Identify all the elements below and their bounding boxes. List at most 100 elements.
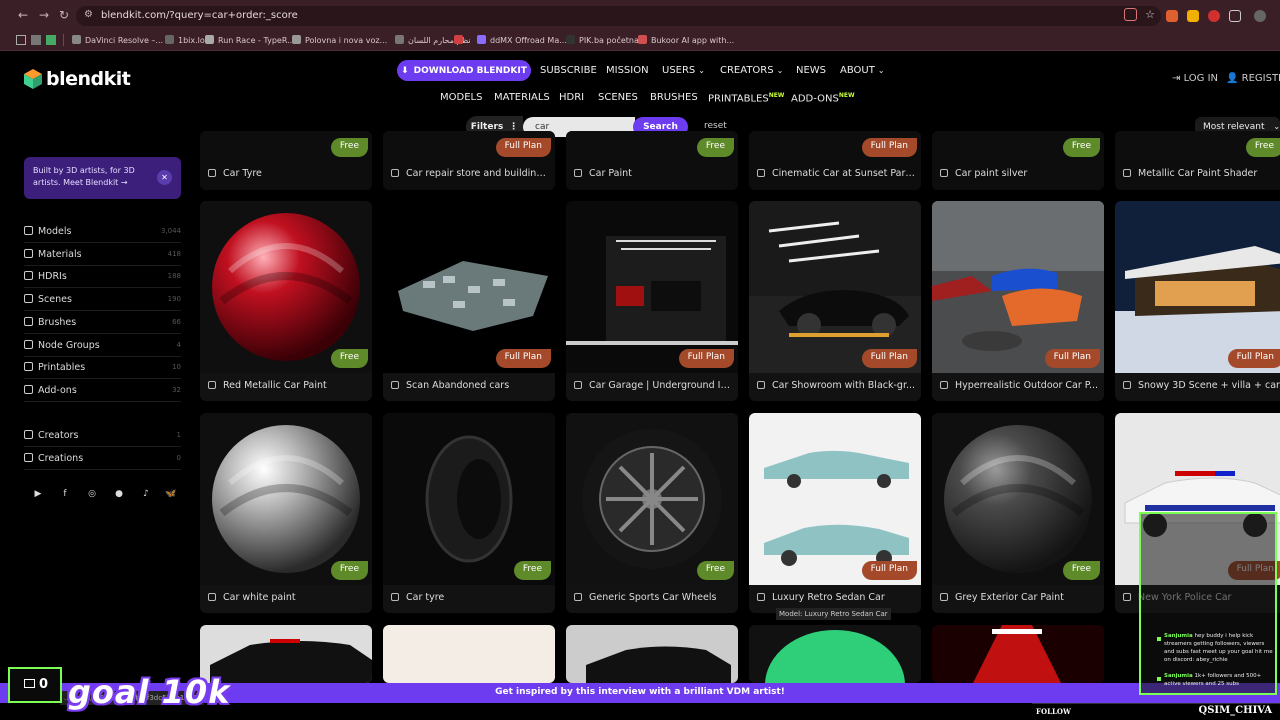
asset-card-title[interactable]: Car Tyre	[208, 168, 368, 179]
bookmark-item[interactable]	[454, 35, 467, 45]
asset-card[interactable]: Free Car white paint	[200, 413, 372, 613]
sidebar-item-scenes[interactable]: Scenes 190	[24, 294, 181, 312]
subnav-materials[interactable]: MATERIALS	[494, 92, 550, 103]
asset-card[interactable]: Free Car paint silver	[932, 131, 1104, 190]
bookmark-item[interactable]: PIK.ba početna	[566, 35, 639, 45]
asset-thumbnail[interactable]	[383, 413, 555, 585]
asset-thumbnail[interactable]	[932, 413, 1104, 585]
asset-thumbnail[interactable]	[200, 201, 372, 373]
address-bar[interactable]: ⚙ blendkit.com/?query=car+order:_score ☆	[76, 6, 1161, 26]
asset-card[interactable]	[749, 625, 921, 683]
apps-icon[interactable]	[16, 35, 26, 45]
asset-card-title[interactable]: Luxury Retro Sedan Car	[757, 592, 917, 603]
tiktok-icon[interactable]: ♪	[141, 489, 151, 499]
bookmark-item[interactable]: DaVinci Resolve –...	[72, 35, 163, 45]
nav-users[interactable]: USERS ⌄	[662, 65, 705, 76]
asset-card[interactable]	[383, 625, 555, 683]
asset-card[interactable]: Full Plan Car Garage | Underground In...	[566, 201, 738, 401]
close-icon[interactable]: ✕	[157, 170, 172, 185]
asset-card-title[interactable]: Cinematic Car at Sunset Park...	[757, 168, 917, 179]
subnav-printables[interactable]: PRINTABLESNEW	[708, 92, 784, 104]
sidebar-item-node-groups[interactable]: Node Groups 4	[24, 339, 181, 357]
bookmark-item[interactable]: Polovna i nova voz...	[292, 35, 387, 45]
back-icon[interactable]: ←	[16, 8, 30, 22]
nav-news[interactable]: NEWS	[796, 65, 826, 76]
asset-thumbnail[interactable]	[200, 413, 372, 585]
nav-creators[interactable]: CREATORS ⌄	[720, 65, 783, 76]
login-link[interactable]: ⇥ LOG IN	[1172, 73, 1218, 84]
asset-card[interactable]: Full Plan Luxury Retro Sedan Car	[749, 413, 921, 613]
promo-banner[interactable]: Built by 3D artists, for 3D artists. Mee…	[24, 157, 181, 199]
asset-thumbnail[interactable]	[932, 625, 1104, 683]
bluesky-icon[interactable]: 🦋	[165, 489, 176, 499]
asset-thumbnail[interactable]	[749, 413, 921, 585]
github-icon[interactable]: ●	[114, 489, 124, 499]
site-info-icon[interactable]: ⚙	[84, 9, 93, 20]
asset-card[interactable]: Full Plan Hyperrealistic Outdoor Car P...	[932, 201, 1104, 401]
asset-card[interactable]: Full Plan Snowy 3D Scene + villa + car	[1115, 201, 1280, 401]
asset-thumbnail[interactable]	[383, 625, 555, 683]
bookmark-icon[interactable]	[46, 35, 56, 45]
asset-card[interactable]: Free Grey Exterior Car Paint	[932, 413, 1104, 613]
asset-card-title[interactable]: Car white paint	[208, 592, 368, 603]
asset-card-title[interactable]: Car paint silver	[940, 168, 1100, 179]
asset-card[interactable]: Free Metallic Car Paint Shader	[1115, 131, 1280, 190]
instagram-icon[interactable]: ◎	[87, 489, 97, 499]
asset-card-title[interactable]: Car Paint	[574, 168, 734, 179]
asset-card-title[interactable]: Red Metallic Car Paint	[208, 380, 368, 391]
reset-button[interactable]: reset	[704, 121, 727, 131]
subnav-add-ons[interactable]: ADD-ONSNEW	[791, 92, 855, 104]
asset-card-title[interactable]: Scan Abandoned cars	[391, 380, 551, 391]
subnav-brushes[interactable]: BRUSHES	[650, 92, 698, 103]
sidebar-item-hdris[interactable]: HDRIs 188	[24, 271, 181, 289]
asset-card[interactable]: Full Plan Car Showroom with Black-gr...	[749, 201, 921, 401]
extension-icon[interactable]	[1124, 8, 1137, 21]
asset-card[interactable]	[566, 625, 738, 683]
bookmark-item[interactable]: 1bix.loi	[165, 35, 207, 45]
asset-card[interactable]: Free Car Tyre	[200, 131, 372, 190]
asset-card[interactable]: Full Plan Cinematic Car at Sunset Park...	[749, 131, 921, 190]
asset-card-title[interactable]: Car tyre	[391, 592, 551, 603]
sidebar-item-brushes[interactable]: Brushes 66	[24, 316, 181, 334]
asset-card-title[interactable]: Car repair store and building...	[391, 168, 551, 179]
nav-about[interactable]: ABOUT ⌄	[840, 65, 885, 76]
nav-mission[interactable]: MISSION	[606, 65, 649, 76]
nav-subscribe[interactable]: SUBSCRIBE	[540, 65, 597, 76]
asset-thumbnail[interactable]	[566, 413, 738, 585]
extension-icon[interactable]	[1166, 10, 1178, 22]
asset-card-title[interactable]: Generic Sports Car Wheels	[574, 592, 734, 603]
asset-card-title[interactable]: Metallic Car Paint Shader	[1123, 168, 1280, 179]
asset-card[interactable]: Free Red Metallic Car Paint	[200, 201, 372, 401]
asset-card[interactable]	[932, 625, 1104, 683]
bookmark-item[interactable]: Bukoor AI app with...	[638, 35, 734, 45]
download-blendkit-button[interactable]: ⬇ DOWNLOAD BLENDKIT	[397, 60, 531, 81]
asset-thumbnail[interactable]	[749, 201, 921, 373]
register-link[interactable]: 👤 REGISTE	[1226, 73, 1280, 84]
sidebar-item-creators[interactable]: Creators 1	[24, 430, 181, 447]
extensions-puzzle-icon[interactable]	[1229, 10, 1241, 22]
asset-card[interactable]: Free Car Paint	[566, 131, 738, 190]
sidebar-item-models[interactable]: Models 3,044	[24, 226, 181, 243]
asset-thumbnail[interactable]	[932, 201, 1104, 373]
asset-card[interactable]: Full Plan Car repair store and building..…	[383, 131, 555, 190]
subnav-hdri[interactable]: HDRI	[559, 92, 584, 103]
sidebar-item-add-ons[interactable]: Add-ons 32	[24, 384, 181, 402]
reload-icon[interactable]: ↻	[57, 8, 71, 22]
extension-icon[interactable]	[1187, 10, 1199, 22]
asset-card-title[interactable]: Hyperrealistic Outdoor Car P...	[940, 380, 1100, 391]
facebook-icon[interactable]: f	[60, 489, 70, 499]
asset-thumbnail[interactable]	[1115, 201, 1280, 373]
asset-card-title[interactable]: Grey Exterior Car Paint	[940, 592, 1100, 603]
subnav-models[interactable]: MODELS	[440, 92, 482, 103]
star-icon[interactable]: ☆	[1145, 8, 1155, 21]
sidebar-item-printables[interactable]: Printables 10	[24, 362, 181, 380]
extension-icon[interactable]	[1208, 10, 1220, 22]
subnav-scenes[interactable]: SCENES	[598, 92, 638, 103]
asset-card-title[interactable]: Car Showroom with Black-gr...	[757, 380, 917, 391]
sidebar-item-creations[interactable]: Creations 0	[24, 452, 181, 470]
bookmark-item[interactable]: ddMX Offroad Ma...	[477, 35, 567, 45]
asset-card-title[interactable]: Snowy 3D Scene + villa + car	[1123, 380, 1280, 391]
blendkit-logo[interactable]: blendkit	[24, 67, 131, 91]
profile-avatar[interactable]	[1254, 10, 1266, 22]
asset-card-title[interactable]: Car Garage | Underground In...	[574, 380, 734, 391]
